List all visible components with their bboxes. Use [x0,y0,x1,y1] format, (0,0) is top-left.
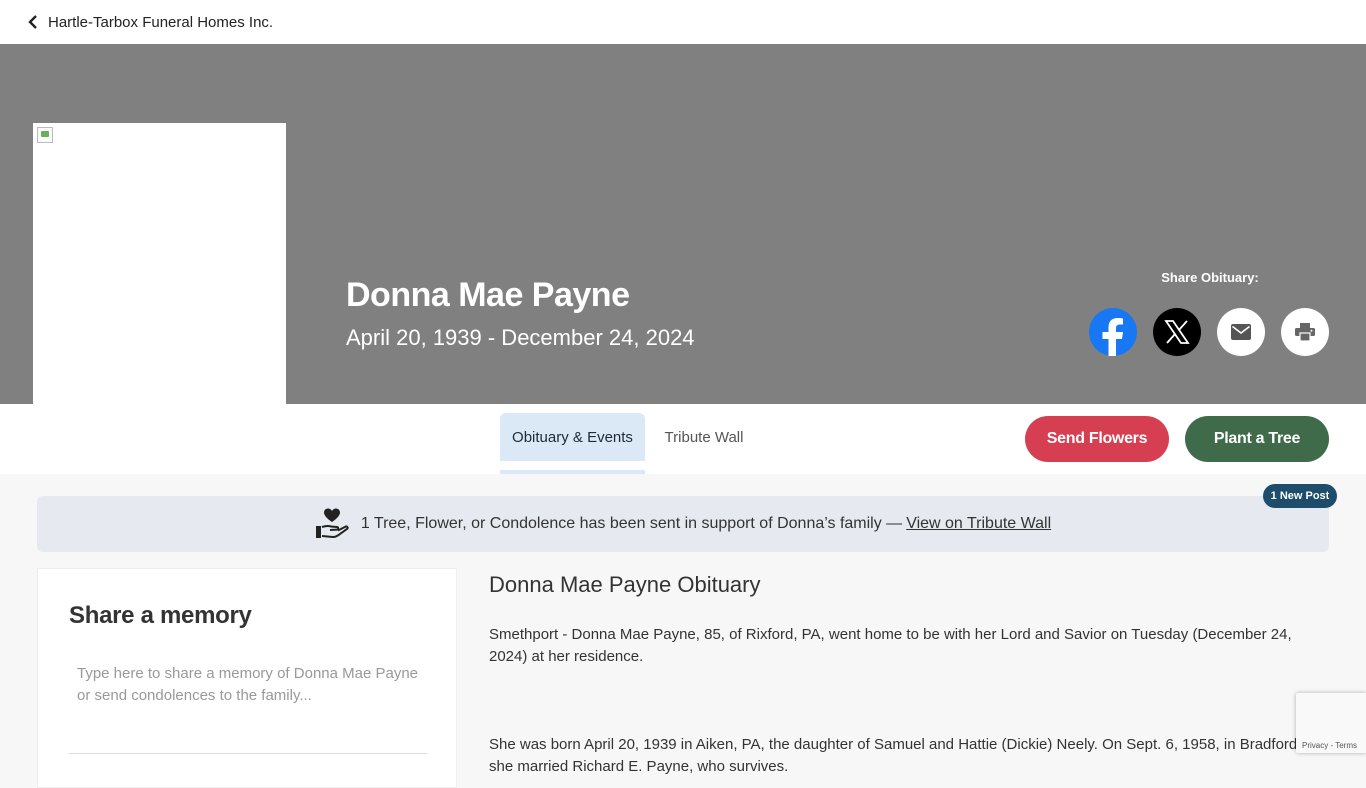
funeral-home-link[interactable]: Hartle-Tarbox Funeral Homes Inc. [48,14,273,31]
obituary-photo [33,123,286,404]
share-x-button[interactable] [1153,308,1201,356]
life-dates: April 20, 1939 - December 24, 2024 [346,325,695,350]
plant-tree-button[interactable]: Plant a Tree [1185,416,1329,462]
tabs-bar: Obituary & Events Tribute Wall Send Flow… [0,404,1366,474]
deceased-name: Donna Mae Payne [346,276,630,314]
obituary-paragraph: She was born April 20, 1939 in Aiken, PA… [489,736,1298,775]
obituary-title: Donna Mae Payne Obituary [489,572,761,597]
send-flowers-button[interactable]: Send Flowers [1025,416,1169,462]
facebook-icon [1102,318,1123,356]
share-facebook-button[interactable] [1089,308,1137,356]
broken-image-icon [37,127,53,143]
recaptcha-badge[interactable]: Privacy - Terms [1296,693,1366,753]
obituary-paragraph: Smethport - Donna Mae Payne, 85, of Rixf… [489,626,1292,665]
tab-obituary-events[interactable]: Obituary & Events [500,413,645,461]
memory-textarea[interactable] [69,659,427,755]
share-memory-card: Share a memory [37,568,457,788]
share-memory-title: Share a memory [69,602,252,629]
mail-icon [1231,324,1251,340]
print-button[interactable] [1281,308,1329,356]
divider [69,753,427,754]
tab-tribute-wall[interactable]: Tribute Wall [652,413,756,461]
share-email-button[interactable] [1217,308,1265,356]
recaptcha-terms-link[interactable]: Terms [1335,741,1357,750]
chevron-left-icon[interactable] [26,15,40,29]
top-bar: Hartle-Tarbox Funeral Homes Inc. [0,0,1366,44]
print-icon [1295,323,1315,341]
x-icon [1164,320,1190,344]
heart-hand-icon [315,508,349,539]
recaptcha-links: Privacy - Terms [1302,741,1357,750]
view-tribute-wall-link[interactable]: View on Tribute Wall [906,515,1051,533]
tribute-notice-banner: 1 Tree, Flower, or Condolence has been s… [37,496,1329,552]
tribute-notice-text: 1 Tree, Flower, or Condolence has been s… [360,515,903,532]
new-post-badge: 1 New Post [1263,484,1337,508]
recaptcha-privacy-link[interactable]: Privacy [1302,741,1328,750]
active-tab-indicator [500,470,645,474]
share-label: Share Obituary: [1161,270,1259,285]
